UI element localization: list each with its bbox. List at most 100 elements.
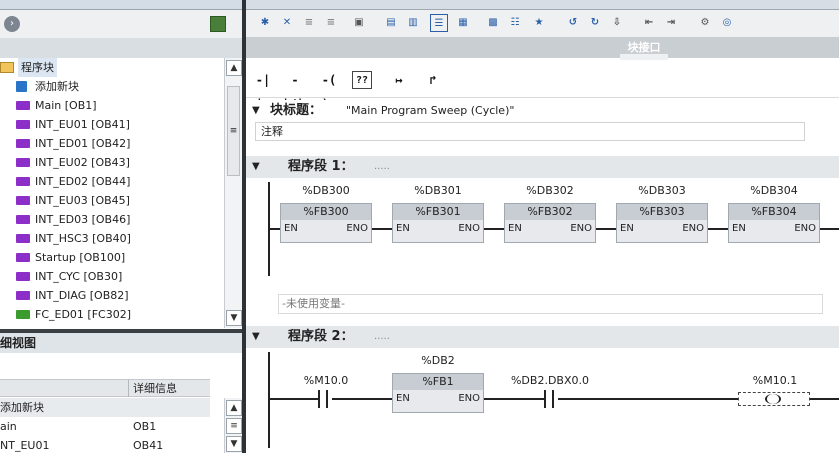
calculator-icon[interactable]: [210, 16, 226, 32]
fb-name: %FB303: [617, 204, 707, 220]
block-title-value[interactable]: "Main Program Sweep (Cycle)": [346, 100, 514, 122]
tree-item-int-ed01[interactable]: INT_ED01 [OB42]: [0, 134, 224, 153]
insert-network-icon[interactable]: ✱: [256, 14, 274, 32]
collapse-triangle-icon[interactable]: ▼: [252, 326, 260, 348]
network-1-header[interactable]: ▼ 程序段 1： .....: [246, 156, 839, 178]
detail-table-header: 详细信息: [0, 379, 210, 397]
tree-item-startup[interactable]: Startup [OB100]: [0, 248, 224, 267]
block-interface-bar[interactable]: 块接口: [246, 38, 839, 60]
empty-box-button[interactable]: ??: [352, 71, 372, 89]
network-2-header[interactable]: ▼ 程序段 2： .....: [246, 326, 839, 348]
left-top-strip: [0, 0, 242, 10]
ob-block-icon: [16, 253, 30, 262]
tree-item-int-eu01[interactable]: INT_EU01 [OB41]: [0, 115, 224, 134]
detail-view-title: 细视图: [0, 333, 242, 353]
network-2-comment[interactable]: .....: [374, 326, 390, 348]
function-block[interactable]: %FB302 EN ENO: [504, 203, 596, 243]
insert-row-icon[interactable]: ≡: [300, 14, 318, 32]
detail-name: NT_EU01: [0, 439, 50, 452]
tree-item-int-ed02[interactable]: INT_ED02 [OB44]: [0, 172, 224, 191]
close-branch-button[interactable]: ↱: [420, 68, 446, 92]
glasses-icon[interactable]: ◎: [718, 14, 736, 32]
db-instance-label[interactable]: %DB302: [504, 184, 596, 197]
star-icon[interactable]: ★: [530, 14, 548, 32]
unused-variables-field[interactable]: -未使用变量-: [278, 294, 823, 314]
table-row[interactable]: ain OB1: [0, 417, 210, 436]
tree-item-int-ed03[interactable]: INT_ED03 [OB46]: [0, 210, 224, 229]
absolute-operand-icon[interactable]: ▦: [454, 14, 472, 32]
tree-item-add-block[interactable]: 添加新块: [0, 77, 224, 96]
tree-scrollbar[interactable]: ▲ ≡ ▼: [224, 58, 242, 328]
back-nav-icon[interactable]: ›: [4, 16, 20, 32]
add-row-icon[interactable]: ≡: [322, 14, 340, 32]
comments-icon[interactable]: ☰: [430, 14, 448, 32]
tree-item-int-eu02[interactable]: INT_EU02 [OB43]: [0, 153, 224, 172]
network-1-comment[interactable]: .....: [374, 156, 390, 178]
contact-operand[interactable]: %DB2.DBX0.0: [508, 374, 592, 387]
scroll-thumb[interactable]: ≡: [226, 418, 242, 434]
tree-item-label: INT_EU01 [OB41]: [35, 118, 130, 131]
block-properties-icon[interactable]: ▣: [350, 14, 368, 32]
function-block[interactable]: %FB303 EN ENO: [616, 203, 708, 243]
outdent-icon[interactable]: ⇥: [662, 14, 680, 32]
tree-item-int-diag[interactable]: INT_DIAG [OB82]: [0, 286, 224, 305]
scroll-down-icon[interactable]: ▼: [226, 436, 242, 452]
nc-contact-button[interactable]: -|/|-: [282, 68, 311, 111]
tree-item-label: INT_EU03 [OB45]: [35, 194, 130, 207]
indent-icon[interactable]: ⇤: [640, 14, 658, 32]
function-block[interactable]: %FB304 EN ENO: [728, 203, 820, 243]
tree-item-int-eu03[interactable]: INT_EU03 [OB45]: [0, 191, 224, 210]
function-block[interactable]: %FB300 EN ENO: [280, 203, 372, 243]
goto-icon[interactable]: ↻: [586, 14, 604, 32]
tree-item-label: 添加新块: [35, 80, 79, 93]
db-instance-label[interactable]: %DB303: [616, 184, 708, 197]
tree-item-label: INT_HSC3 [OB40]: [35, 232, 131, 245]
db-instance-label[interactable]: %DB300: [280, 184, 372, 197]
open-all-networks-icon[interactable]: ▤: [382, 14, 400, 32]
scroll-up-icon[interactable]: ▲: [226, 60, 242, 76]
close-all-networks-icon[interactable]: ▥: [404, 14, 422, 32]
block-title-bar[interactable]: ▼ 块标题： "Main Program Sweep (Cycle)": [246, 100, 839, 122]
open-branch-button[interactable]: ↦: [386, 68, 412, 92]
favorites-icon[interactable]: ▩: [484, 14, 502, 32]
monitor-icon[interactable]: ↺: [564, 14, 582, 32]
collapse-triangle-icon[interactable]: ▼: [252, 100, 260, 122]
tree-item-int-hsc3[interactable]: INT_HSC3 [OB40]: [0, 229, 224, 248]
detail-col-header[interactable]: 详细信息: [128, 380, 177, 397]
coil-button[interactable]: -( )-: [316, 68, 342, 111]
db-instance-label[interactable]: %DB2: [392, 354, 484, 367]
detail-scrollbar[interactable]: ▲ ≡ ▼: [224, 398, 242, 453]
output-coil[interactable]: [738, 392, 810, 406]
tree-item-main[interactable]: Main [OB1]: [0, 96, 224, 115]
no-contact[interactable]: [318, 390, 328, 408]
rung-wire: [270, 398, 318, 400]
interface-grip-handle[interactable]: [620, 54, 668, 60]
coil-symbol: [765, 394, 781, 404]
tree-root-program-blocks[interactable]: 程序块: [0, 58, 224, 77]
no-contact[interactable]: [544, 390, 554, 408]
rung-wire: [810, 398, 839, 400]
editor-toolbar: ✱ ✕ ≡ ≡ ▣ ▤ ▥ ☰ ▦ ▩ ☷ ★ ↺ ↻ ⇩ ⇤ ⇥ ⚙ ◎: [246, 10, 839, 38]
db-instance-label[interactable]: %DB304: [728, 184, 820, 197]
function-block[interactable]: %FB301 EN ENO: [392, 203, 484, 243]
function-block[interactable]: %FB1 EN ENO: [392, 373, 484, 413]
list-icon[interactable]: ☷: [506, 14, 524, 32]
scroll-up-icon[interactable]: ▲: [226, 400, 242, 416]
collapse-triangle-icon[interactable]: ▼: [252, 156, 260, 178]
tree-item-fc-ed01[interactable]: FC_ED01 [FC302]: [0, 305, 224, 324]
coil-operand[interactable]: %M10.1: [740, 374, 810, 387]
fb-name: %FB304: [729, 204, 819, 220]
db-instance-label[interactable]: %DB301: [392, 184, 484, 197]
no-contact-button[interactable]: -| |-: [250, 68, 276, 111]
contact-operand[interactable]: %M10.0: [296, 374, 356, 387]
scroll-down-icon[interactable]: ▼: [226, 310, 242, 326]
table-row[interactable]: NT_EU01 OB41: [0, 436, 210, 455]
download-icon[interactable]: ⇩: [608, 14, 626, 32]
rung-wire: [332, 398, 392, 400]
block-comment-field[interactable]: 注释: [255, 122, 805, 141]
diagnostic-icon[interactable]: ⚙: [696, 14, 714, 32]
scroll-thumb[interactable]: ≡: [227, 86, 240, 176]
table-row[interactable]: 添加新块: [0, 398, 210, 417]
delete-network-icon[interactable]: ✕: [278, 14, 296, 32]
tree-item-int-cyc[interactable]: INT_CYC [OB30]: [0, 267, 224, 286]
